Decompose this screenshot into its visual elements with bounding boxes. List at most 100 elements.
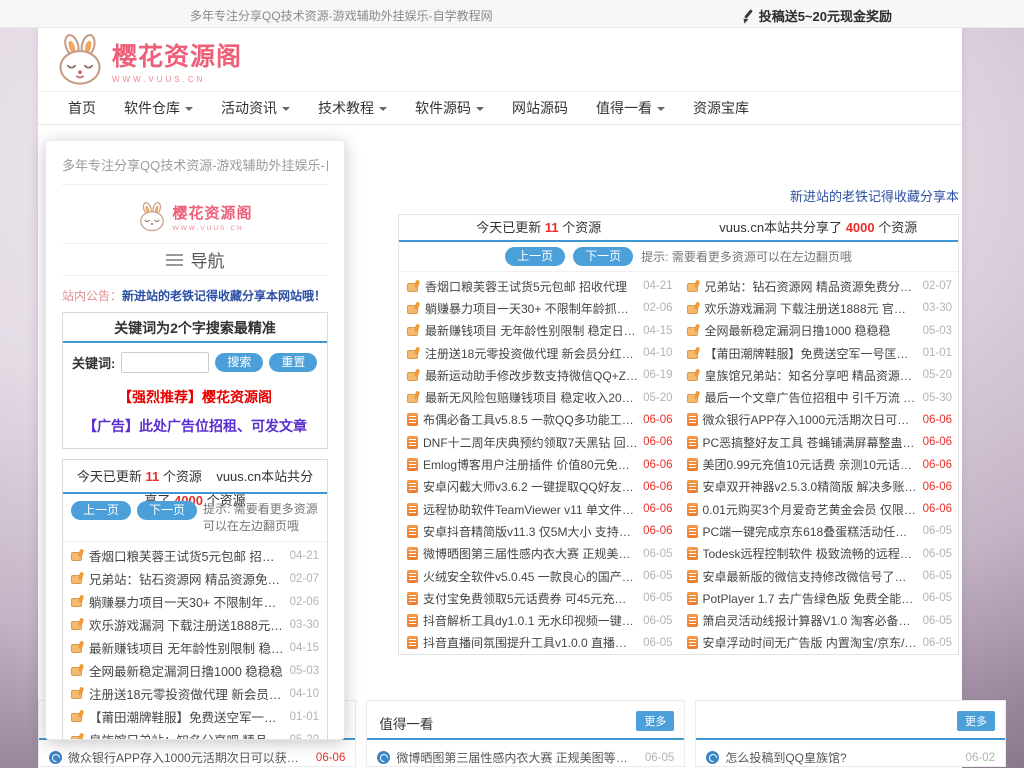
list-item[interactable]: 皇族馆兄弟站：知名分享吧 精品资源分享05-20 [71, 728, 319, 740]
list-item[interactable]: 兄弟站：钻石资源网 精品资源免费分享基02-07 [71, 567, 319, 590]
doc-icon [687, 636, 698, 649]
prev-page-button[interactable]: 上一页 [505, 247, 565, 266]
next-page-button[interactable]: 下一页 [137, 501, 197, 520]
list-item[interactable]: 最后一个文章广告位招租中 引千万流 聚八方05-30 [687, 386, 953, 408]
list-item[interactable]: 香烟口粮芙蓉王试货5元包邮 招收代理04-21 [407, 275, 673, 297]
item-date: 04-15 [643, 325, 672, 337]
list-item[interactable]: Todesk远程控制软件 极致流畅的远程协助工具06-05 [687, 543, 953, 565]
list-item[interactable]: 布偶必备工具v5.8.5 一款QQ多功能工具软件06-06 [407, 409, 673, 431]
overlay-site-logo[interactable]: 樱花资源阁 WWW.VUUS.CN [46, 197, 344, 237]
list-item[interactable]: DNF十二周年庆典预约领取7天黑钻 回归用户06-06 [407, 431, 673, 453]
list-item[interactable]: 【莆田潮牌鞋服】免费送空军一号匡威1970s01-01 [687, 342, 953, 364]
list-item[interactable]: 最新无风险包赔赚钱项目 稳定收入200-500元05-20 [407, 386, 673, 408]
nav-item-5[interactable]: 网站源码 [498, 92, 582, 125]
search-button[interactable]: 搜索 [215, 353, 263, 372]
item-title: 欢乐游戏漏洞 下载注册送1888元 官方合作 [705, 300, 918, 317]
thumb-up-icon [687, 302, 700, 315]
list-item[interactable]: 最新赚钱项目 无年龄性别限制 稳定日撸300+04-15 [407, 320, 673, 342]
list-item[interactable]: 安卓最新版的微信支持修改微信号了！ IOS版06-05 [687, 565, 953, 587]
doc-icon [687, 436, 698, 449]
site-logo[interactable]: 樱花资源阁 WWW.VUUS.CN [54, 34, 242, 86]
item-date: 06-05 [923, 637, 952, 649]
list-item[interactable]: 安卓闪截大师v3.6.2 一键提取QQ好友发的闪照06-06 [407, 476, 673, 498]
item-date: 05-30 [923, 392, 952, 404]
list-item[interactable]: 兄弟站：钻石资源网 精品资源免费分享基地02-07 [687, 275, 953, 297]
item-title: 0.01元购买3个月爱奇艺黄金会员 仅限京东白 [703, 501, 918, 518]
item-date: 04-21 [643, 280, 672, 292]
list-item[interactable]: 全网最新稳定漏洞日撸1000 稳稳稳05-03 [687, 320, 953, 342]
bottom-box-2-more-button[interactable]: 更多 [636, 711, 674, 731]
list-item[interactable]: 安卓浮动时间无广告版 内置淘宝/京东/苏宁/招 06-05 [687, 632, 953, 654]
main-nav: 首页软件仓库活动资讯技术教程软件源码网站源码值得一看资源宝库 [38, 92, 962, 125]
site-url: WWW.VUUS.CN [172, 225, 252, 232]
list-item[interactable]: 注册送18元零投资做代理 新会员分红存100004-10 [407, 342, 673, 364]
list-item[interactable]: 安卓双开神器v2.5.3.0精简版 解决多账号切换06-06 [687, 476, 953, 498]
next-page-button[interactable]: 下一页 [573, 247, 633, 266]
list-item[interactable]: 远程协助软件TeamViewer v11 单文件版 方便06-06 [407, 498, 673, 520]
list-item[interactable]: 0.01元购买3个月爱奇艺黄金会员 仅限京东白06-06 [687, 498, 953, 520]
list-item[interactable]: 躺赚暴力项目一天30+ 不限制年龄抓紧上车02-06 [407, 297, 673, 319]
list-item[interactable]: 微众银行APP存入1000元活期次日可以获得无06-06 [687, 409, 953, 431]
list-item[interactable]: 欢乐游戏漏洞 下载注册送1888元 官方合03-30 [71, 613, 319, 636]
list-item[interactable]: Emlog博客用户注册插件 价值80元免费分享06-06 [407, 453, 673, 475]
bottom-box-3-more-button[interactable]: 更多 [957, 711, 995, 731]
site-header: 樱花资源阁 WWW.VUUS.CN [38, 28, 962, 92]
list-item[interactable]: PC端一键完成京东618叠蛋糕活动任务工具06-05 [687, 520, 953, 542]
list-item[interactable]: 全网最新稳定漏洞日撸1000 稳稳稳05-03 [71, 659, 319, 682]
nav-item-0[interactable]: 首页 [54, 92, 110, 125]
nav-item-3[interactable]: 技术教程 [304, 92, 401, 125]
list-item[interactable]: 火绒安全软件v5.0.45 一款良心的国产安全软件06-05 [407, 565, 673, 587]
nav-item-2[interactable]: 活动资讯 [207, 92, 304, 125]
item-date: 02-06 [643, 302, 672, 314]
divider [62, 275, 328, 276]
list-item[interactable]: 微众银行APP存入1000元活期次日可以获得无门 06-06 [39, 740, 355, 766]
list-item[interactable]: 【莆田潮牌鞋服】免费送空军一号匡威01-01 [71, 705, 319, 728]
item-title: 兄弟站：钻石资源网 精品资源免费分享基地 [705, 278, 918, 295]
thumb-up-icon [71, 618, 84, 631]
list-item[interactable]: 最新运动助手修改步数支持微信QQ+ZFB步06-19 [407, 364, 673, 386]
list-item[interactable]: 微博晒图第三届性感内衣大赛 正规美图等你欣赏 06-05 [367, 740, 684, 766]
nav-item-6[interactable]: 值得一看 [582, 92, 679, 125]
submit-reward-link[interactable]: 投稿送5~20元现金奖励 [742, 6, 892, 25]
nav-item-4[interactable]: 软件源码 [401, 92, 498, 125]
ad-slot-line[interactable]: 【广告】此处广告位招租、可发文章 [63, 416, 327, 436]
list-item[interactable]: 抖音直播间氛围提升工具v1.0.0 直播间自动发06-05 [407, 632, 673, 654]
list-item[interactable]: PotPlayer 1.7 去广告绿色版 免费全能影音播06-05 [687, 587, 953, 609]
list-item[interactable]: 最新赚钱项目 无年龄性别限制 稳定日撸04-15 [71, 636, 319, 659]
list-item[interactable]: 微博晒图第三届性感内衣大赛 正规美图等你欣06-05 [407, 543, 673, 565]
prev-page-button[interactable]: 上一页 [71, 501, 131, 520]
recommend-ad-line[interactable]: 【强烈推荐】樱花资源阁 [63, 387, 327, 407]
list-item[interactable]: 美团0.99元充值10元话费 亲测10元话费秒到06-06 [687, 453, 953, 475]
list-item[interactable]: 香烟口粮芙蓉王试货5元包邮 招收代理04-21 [71, 544, 319, 567]
reset-button[interactable]: 重置 [269, 353, 317, 372]
item-title: PotPlayer 1.7 去广告绿色版 免费全能影音播 [703, 590, 918, 607]
site-slogan: 多年专注分享QQ技术资源-游戏辅助外挂娱乐-自学教程网 [190, 7, 493, 24]
list-item[interactable]: 怎么投稿到QQ皇族馆? 06-02 [696, 740, 1005, 766]
chevron-down-icon [185, 107, 193, 111]
doc-icon [407, 592, 418, 605]
list-item[interactable]: 支付宝免费领取5元话费券 可45元充值三网5006-05 [407, 587, 673, 609]
list-item[interactable]: 皇族馆兄弟站：知名分享吧 精品资源分享基地05-20 [687, 364, 953, 386]
pagination-bar: 上一页 下一页 提示: 需要看更多资源可以在左边翻页哦 [399, 242, 958, 272]
item-title: 皇族馆兄弟站：知名分享吧 精品资源分享基地 [705, 367, 918, 384]
doc-icon [407, 636, 418, 649]
list-item[interactable]: 箫启灵活动线报计算器V1.0 淘客必备的一款软06-05 [687, 609, 953, 631]
list-item[interactable]: 抖音解析工具dy1.0.1 无水印视频一键解析软件06-05 [407, 609, 673, 631]
item-date: 06-05 [923, 615, 952, 627]
item-title: 安卓浮动时间无广告版 内置淘宝/京东/苏宁/招 [703, 634, 918, 651]
list-item[interactable]: 注册送18元零投资做代理 新会员分红存04-10 [71, 682, 319, 705]
thumb-up-icon [407, 391, 420, 404]
list-item[interactable]: 躺赚暴力项目一天30+ 不限制年龄抓紧上02-06 [71, 590, 319, 613]
nav-item-1[interactable]: 软件仓库 [110, 92, 207, 125]
list-item[interactable]: 欢乐游戏漏洞 下载注册送1888元 官方合作03-30 [687, 297, 953, 319]
item-date: 06-05 [923, 570, 952, 582]
item-date: 05-20 [643, 392, 672, 404]
thumb-up-icon [687, 280, 700, 293]
item-date: 06-06 [923, 459, 952, 471]
nav-item-7[interactable]: 资源宝库 [679, 92, 763, 125]
list-item[interactable]: 安卓抖音精简版v11.3 仅5M大小 支持账号登录06-06 [407, 520, 673, 542]
keyword-input[interactable] [121, 352, 209, 373]
list-item[interactable]: PC恶搞整好友工具 苍蝇铺满屏幕整蛊专家 效06-06 [687, 431, 953, 453]
chevron-down-icon [657, 107, 665, 111]
overlay-nav-toggle[interactable]: 导航 [46, 244, 344, 275]
